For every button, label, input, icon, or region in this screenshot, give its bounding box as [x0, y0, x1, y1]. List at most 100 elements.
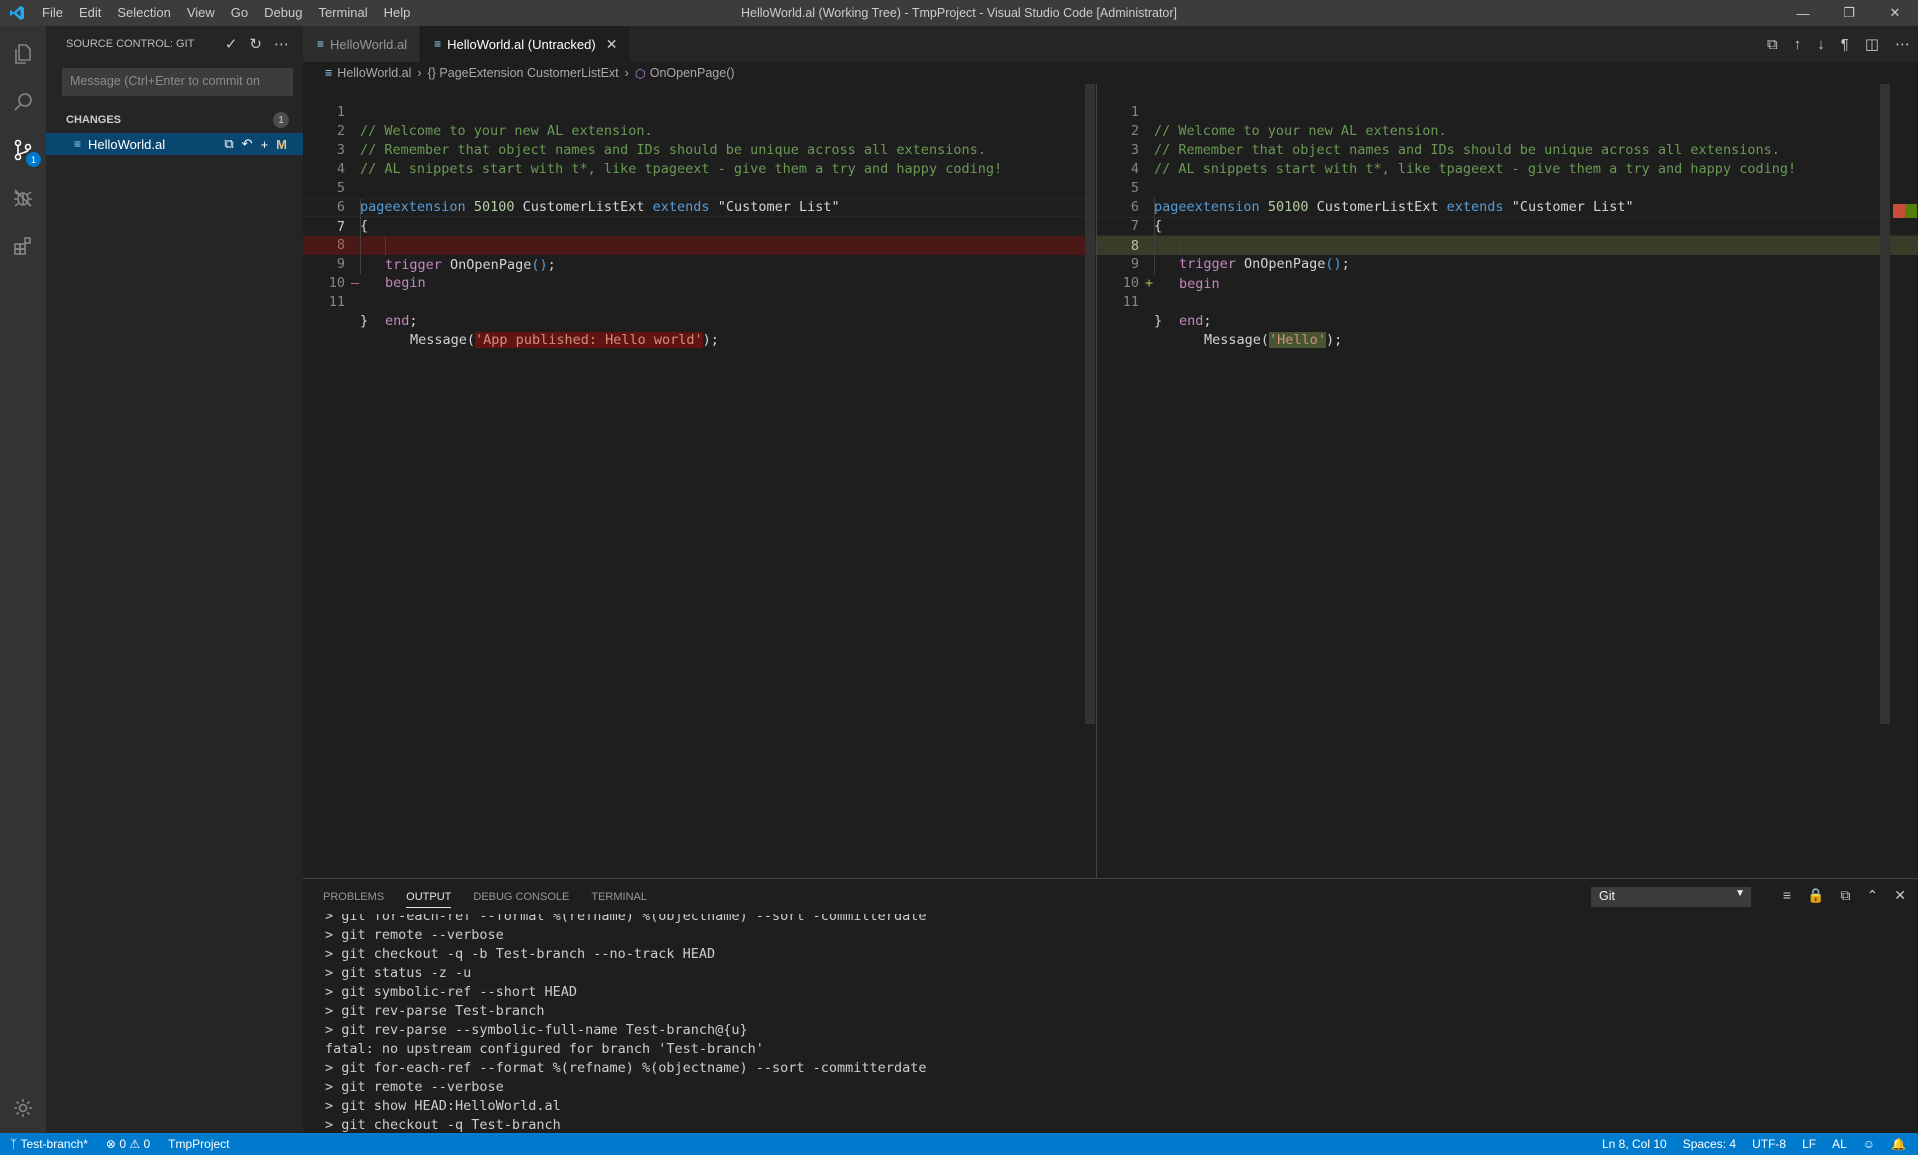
code-line: 2 // Remember that object names and IDs … — [303, 103, 1096, 158]
branch-name: Test-branch* — [20, 1137, 88, 1151]
debug-icon[interactable] — [0, 174, 46, 222]
code-line: 8 begin — [1097, 217, 1918, 292]
menu-file[interactable]: File — [34, 0, 71, 26]
changes-count-badge: 1 — [273, 112, 289, 128]
tab-label: HelloWorld.al — [330, 36, 408, 52]
sidebar-title: SOURCE CONTROL: GIT — [66, 38, 195, 50]
restore-icon[interactable]: ❐ — [1826, 0, 1872, 26]
search-icon[interactable] — [0, 78, 46, 126]
settings-gear-icon[interactable] — [0, 1084, 46, 1132]
cursor-position[interactable]: Ln 8, Col 10 — [1602, 1137, 1667, 1151]
output-line: > git symbolic-ref --short HEAD — [325, 984, 577, 1000]
explorer-icon[interactable] — [0, 30, 46, 78]
code-line: 7 trigger OnOpenPage(); — [1097, 198, 1918, 272]
tab-label: HelloWorld.al (Untracked) — [447, 36, 596, 52]
identifier: Message — [410, 332, 467, 348]
breadcrumb-file[interactable]: HelloWorld.al — [337, 66, 411, 80]
scrollbar-thumb[interactable] — [1085, 84, 1095, 724]
lock-scroll-icon[interactable]: 🔒 — [1807, 887, 1824, 904]
encoding-status[interactable]: UTF-8 — [1752, 1137, 1786, 1151]
indent-guide — [360, 255, 361, 274]
changed-file-item[interactable]: ≡ HelloWorld.al ⧉ ↶ + M — [46, 133, 303, 155]
more-actions-icon[interactable]: ⋯ — [274, 35, 289, 53]
menu-help[interactable]: Help — [376, 0, 419, 26]
maximize-panel-icon[interactable]: ⌃ — [1867, 887, 1879, 904]
branch-status[interactable]: ᛉ Test-branch* — [10, 1137, 88, 1151]
diff-modified-editor[interactable]: 1 // Welcome to your new AL extension. 2… — [1096, 84, 1918, 878]
menu-selection[interactable]: Selection — [109, 0, 178, 26]
code-line: 8 begin — [303, 217, 1096, 291]
minimize-icon[interactable]: — — [1780, 0, 1826, 26]
changes-section-header[interactable]: CHANGES 1 — [46, 110, 303, 130]
changes-label: CHANGES — [66, 114, 122, 126]
warning-count: 0 — [143, 1137, 151, 1151]
tab-terminal[interactable]: TERMINAL — [591, 891, 647, 903]
stage-changes-icon[interactable]: + — [261, 137, 269, 152]
git-branch-icon: ᛉ — [10, 1137, 18, 1151]
menu-debug[interactable]: Debug — [256, 0, 310, 26]
commit-message-input[interactable]: Message (Ctrl+Enter to commit on — [62, 68, 293, 96]
previous-change-icon[interactable]: ↑ — [1794, 36, 1802, 53]
scrollbar-thumb[interactable] — [1880, 84, 1890, 724]
language-status[interactable]: AL — [1832, 1137, 1847, 1151]
commit-check-icon[interactable]: ✓ — [225, 35, 238, 53]
tab-helloworld-untracked[interactable]: ≡ HelloWorld.al (Untracked) ✕ — [420, 26, 631, 62]
toggle-whitespace-icon[interactable]: ¶ — [1841, 36, 1849, 53]
breadcrumb-object[interactable]: {} PageExtension CustomerListExt — [428, 66, 619, 80]
tab-problems[interactable]: PROBLEMS — [323, 891, 384, 903]
file-lines-icon: ≡ — [325, 66, 333, 80]
file-status-badge: M — [276, 136, 287, 152]
code-line: 7 trigger OnOpenPage(); — [303, 198, 1096, 273]
left-editor-scrollbar[interactable] — [1082, 84, 1096, 878]
clear-output-icon[interactable]: ≡ — [1783, 887, 1791, 904]
added-code-line: 9 + Message('Hello'); — [1097, 236, 1918, 348]
right-editor-scrollbar[interactable] — [1877, 84, 1891, 878]
menu-edit[interactable]: Edit — [71, 0, 109, 26]
open-log-icon[interactable]: ⧉ — [1841, 887, 1851, 904]
output-line: fatal: no upstream configured for branch… — [325, 1041, 764, 1057]
open-file-icon[interactable]: ⧉ — [224, 136, 233, 152]
code-line: 6 { — [1097, 179, 1918, 234]
problems-status[interactable]: ⊗ 0 ⚠ 0 — [106, 1137, 150, 1151]
title-bar: File Edit Selection View Go Debug Termin… — [0, 0, 1918, 26]
diff-original-editor[interactable]: 1 // Welcome to your new AL extension. 2… — [303, 84, 1096, 878]
code-line: 10 end; — [303, 255, 1096, 329]
indentation-status[interactable]: Spaces: 4 — [1683, 1137, 1736, 1151]
close-panel-icon[interactable]: ✕ — [1894, 887, 1906, 904]
menu-go[interactable]: Go — [223, 0, 256, 26]
more-actions-icon[interactable]: ⋯ — [1895, 35, 1910, 53]
output-line: > git checkout -q Test-branch — [325, 1117, 561, 1133]
overview-ruler-removed-marker — [1893, 204, 1905, 218]
discard-changes-icon[interactable]: ↶ — [242, 136, 253, 152]
split-editor-icon[interactable]: ◫ — [1865, 35, 1879, 53]
indent-guide — [360, 199, 361, 218]
activity-bar: 1 — [0, 26, 46, 1133]
notifications-bell-icon[interactable]: 🔔 — [1891, 1137, 1906, 1151]
next-change-icon[interactable]: ↓ — [1817, 36, 1825, 53]
source-control-icon[interactable]: 1 — [0, 126, 46, 174]
project-status[interactable]: TmpProject — [168, 1137, 229, 1151]
menu-view[interactable]: View — [179, 0, 223, 26]
tab-debug-console[interactable]: DEBUG CONSOLE — [473, 891, 569, 903]
keyword: end — [1179, 313, 1204, 329]
menu-terminal[interactable]: Terminal — [310, 0, 375, 26]
code-line: 3 // AL snippets start with t*, like tpa… — [303, 122, 1096, 177]
breadcrumb-method[interactable]: OnOpenPage() — [650, 66, 735, 80]
code-text: end; — [385, 312, 418, 331]
refresh-icon[interactable]: ↻ — [249, 35, 262, 53]
close-tab-icon[interactable]: ✕ — [606, 36, 618, 53]
error-count: 0 — [119, 1137, 127, 1151]
output-log[interactable]: > git for-each-ref --format %(refname) %… — [303, 914, 1903, 1133]
indent-guide — [360, 236, 361, 255]
eol-status[interactable]: LF — [1802, 1137, 1816, 1151]
extensions-icon[interactable] — [0, 222, 46, 270]
open-file-icon[interactable]: ⧉ — [1767, 36, 1778, 53]
output-line: > git status -z -u — [325, 965, 472, 981]
feedback-smiley-icon[interactable]: ☺ — [1863, 1137, 1875, 1151]
line-number: 11 — [328, 294, 345, 310]
tab-helloworld[interactable]: ≡ HelloWorld.al — [303, 26, 421, 62]
code-line: 11 } — [1097, 274, 1918, 329]
close-window-icon[interactable]: ✕ — [1872, 0, 1918, 26]
tab-output[interactable]: OUTPUT — [406, 886, 452, 908]
output-channel-select[interactable]: Git ▼ — [1591, 887, 1751, 907]
